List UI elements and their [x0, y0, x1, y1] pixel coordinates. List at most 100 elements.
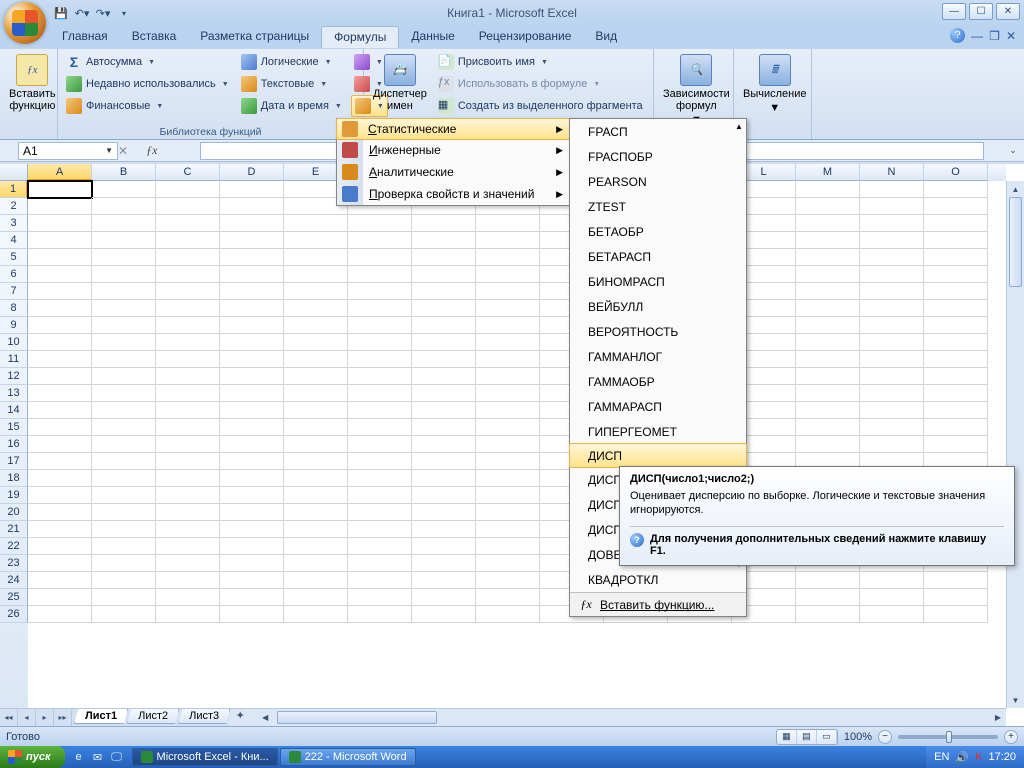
cell[interactable] — [412, 470, 476, 487]
restore-doc-button[interactable]: ❐ — [989, 29, 1000, 43]
tab-рецензирование[interactable]: Рецензирование — [467, 26, 584, 48]
calculation-button[interactable]: 🖩Вычисление▼ — [739, 51, 811, 139]
cell[interactable] — [28, 317, 92, 334]
cell[interactable] — [796, 198, 860, 215]
cell[interactable] — [860, 334, 924, 351]
cell[interactable] — [156, 317, 220, 334]
cell[interactable] — [284, 402, 348, 419]
cell[interactable] — [860, 368, 924, 385]
cell[interactable] — [412, 538, 476, 555]
cell[interactable] — [220, 317, 284, 334]
cell[interactable] — [924, 419, 988, 436]
cell[interactable] — [284, 555, 348, 572]
cell[interactable] — [156, 283, 220, 300]
cell[interactable] — [476, 521, 540, 538]
cell[interactable] — [28, 368, 92, 385]
cell[interactable] — [28, 436, 92, 453]
cell[interactable] — [156, 351, 220, 368]
row-header[interactable]: 11 — [0, 351, 28, 368]
cell[interactable] — [220, 521, 284, 538]
cell[interactable] — [92, 555, 156, 572]
cell[interactable] — [412, 555, 476, 572]
cell[interactable] — [348, 249, 412, 266]
cell[interactable] — [348, 470, 412, 487]
cell[interactable] — [796, 317, 860, 334]
financial-button[interactable]: Финансовые▼ — [63, 95, 232, 117]
fx-button[interactable]: ƒx — [146, 143, 160, 158]
expand-formula-bar-icon[interactable]: ⌄ — [1004, 140, 1022, 162]
cell[interactable] — [284, 453, 348, 470]
cell[interactable] — [924, 300, 988, 317]
cell[interactable] — [860, 232, 924, 249]
cell[interactable] — [220, 538, 284, 555]
tray-icon-av[interactable]: K — [975, 751, 982, 763]
cell[interactable] — [412, 436, 476, 453]
cell[interactable] — [220, 368, 284, 385]
cell[interactable] — [92, 589, 156, 606]
tab-данные[interactable]: Данные — [399, 26, 466, 48]
row-header[interactable]: 10 — [0, 334, 28, 351]
cell[interactable] — [860, 300, 924, 317]
save-icon[interactable]: 💾 — [52, 4, 70, 22]
cell[interactable] — [796, 300, 860, 317]
function-item[interactable]: ГАММАРАСП — [570, 394, 746, 419]
cell[interactable] — [28, 385, 92, 402]
cell[interactable] — [156, 572, 220, 589]
cell[interactable] — [28, 487, 92, 504]
cell[interactable] — [796, 351, 860, 368]
cell[interactable] — [284, 538, 348, 555]
function-item[interactable]: ДИСП — [569, 443, 747, 468]
cell[interactable] — [284, 419, 348, 436]
row-header[interactable]: 4 — [0, 232, 28, 249]
cell[interactable] — [412, 453, 476, 470]
cell[interactable] — [92, 283, 156, 300]
autosum-button[interactable]: Автосумма▼ — [63, 51, 232, 73]
cell[interactable] — [476, 249, 540, 266]
cell[interactable] — [348, 300, 412, 317]
cell[interactable] — [28, 402, 92, 419]
cell[interactable] — [156, 538, 220, 555]
menu-item-Статистические[interactable]: Статистические▶ — [336, 118, 570, 140]
cell[interactable] — [348, 283, 412, 300]
row-header[interactable]: 17 — [0, 453, 28, 470]
cell[interactable] — [860, 317, 924, 334]
close-doc-button[interactable]: ✕ — [1006, 29, 1016, 43]
cell[interactable] — [156, 402, 220, 419]
cell[interactable] — [220, 334, 284, 351]
cell[interactable] — [796, 249, 860, 266]
cell[interactable] — [28, 232, 92, 249]
row-header[interactable]: 14 — [0, 402, 28, 419]
cell[interactable] — [156, 606, 220, 623]
cell[interactable] — [924, 232, 988, 249]
cell[interactable] — [92, 232, 156, 249]
function-item[interactable]: ГАММАОБР — [570, 369, 746, 394]
cell[interactable] — [412, 300, 476, 317]
cell[interactable] — [92, 300, 156, 317]
maximize-button[interactable]: ☐ — [969, 3, 993, 20]
cell[interactable] — [924, 606, 988, 623]
cell[interactable] — [412, 419, 476, 436]
function-item[interactable]: ZTEST — [570, 194, 746, 219]
cell[interactable] — [28, 334, 92, 351]
cell[interactable] — [284, 317, 348, 334]
cell[interactable] — [92, 351, 156, 368]
zoom-out-button[interactable]: − — [878, 730, 892, 744]
cell[interactable] — [220, 436, 284, 453]
cell[interactable] — [92, 521, 156, 538]
cell[interactable] — [28, 419, 92, 436]
row-header[interactable]: 1 — [0, 181, 28, 198]
cell[interactable] — [156, 470, 220, 487]
cell[interactable] — [412, 589, 476, 606]
cell[interactable] — [156, 589, 220, 606]
cell[interactable] — [92, 487, 156, 504]
cell[interactable] — [284, 521, 348, 538]
cell[interactable] — [796, 436, 860, 453]
function-item[interactable]: ГИПЕРГЕОМЕТ — [570, 419, 746, 444]
cell[interactable] — [796, 232, 860, 249]
cell[interactable] — [28, 249, 92, 266]
cell[interactable] — [220, 453, 284, 470]
datetime-button[interactable]: Дата и время▼ — [238, 95, 345, 117]
cell[interactable] — [476, 266, 540, 283]
zoom-level[interactable]: 100% — [844, 731, 872, 743]
cell[interactable] — [796, 266, 860, 283]
